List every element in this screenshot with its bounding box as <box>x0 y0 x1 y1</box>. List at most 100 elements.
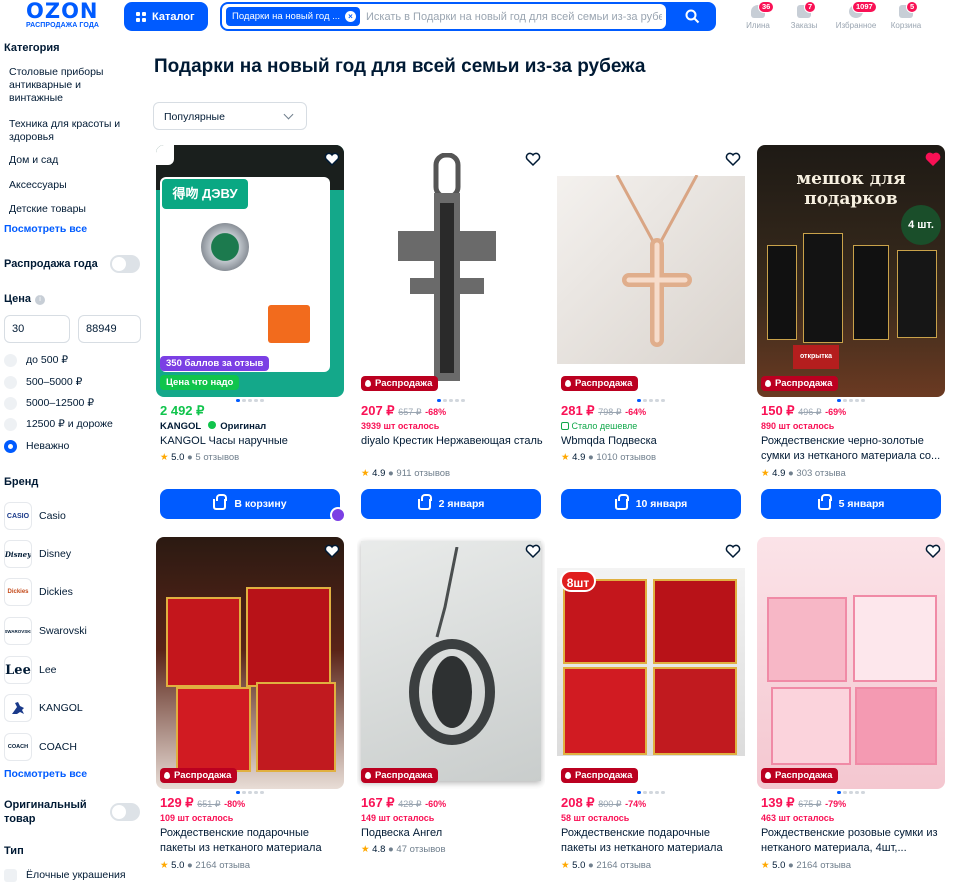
button-label: 2 января <box>438 498 485 510</box>
sort-dropdown[interactable]: Популярные <box>153 102 307 130</box>
show-all-categories[interactable]: Посмотреть все <box>4 223 87 235</box>
review-count: 1010 отзывов <box>596 452 657 463</box>
product-image[interactable]: Распродажа <box>357 537 545 789</box>
price-radio[interactable] <box>4 397 17 410</box>
comment-icon: ● <box>388 468 394 479</box>
close-icon[interactable]: × <box>345 11 356 22</box>
product-image[interactable]: Распродажа <box>156 537 344 789</box>
delivery-date-button[interactable]: 10 января <box>561 489 741 519</box>
ozon-logo[interactable]: OZON РАСПРОДАЖА ГОДА <box>26 0 110 32</box>
price-range-label: Неважно <box>26 440 70 452</box>
heart-icon[interactable] <box>525 151 541 167</box>
product-title[interactable]: Рождественские подарочные пакеты из нетк… <box>160 826 342 856</box>
stock-left: 890 шт осталось <box>761 421 835 431</box>
product-image[interactable]: Распродажа <box>357 145 545 397</box>
catalog-button[interactable]: Каталог <box>124 2 208 31</box>
price-title: Цена <box>4 293 32 305</box>
kangol-badge-icon <box>156 145 174 165</box>
category-title: Категория <box>4 42 60 54</box>
sale-toggle[interactable] <box>110 255 140 273</box>
product-title[interactable]: Рождественские розовые сумки из нетканог… <box>761 826 943 856</box>
chat-icon[interactable] <box>330 507 346 523</box>
price-radio-selected[interactable] <box>4 440 17 453</box>
category-item[interactable]: Столовые приборы антикварные и винтажные <box>9 66 131 105</box>
heart-icon[interactable] <box>324 151 340 167</box>
orders-badge: 7 <box>804 1 817 13</box>
type-checkbox[interactable] <box>4 869 17 882</box>
brand-item-coach[interactable]: COACH COACH <box>4 733 144 761</box>
review-count: 2164 отзыва <box>596 860 652 871</box>
original-toggle[interactable] <box>110 803 140 821</box>
brand-name: KANGOL <box>39 702 83 714</box>
add-to-cart-button[interactable]: В корзину <box>160 489 340 519</box>
nav-profile[interactable]: 36 Илина <box>738 1 778 32</box>
image-pager <box>236 399 264 402</box>
search-button[interactable] <box>668 2 716 31</box>
brand-item-casio[interactable]: CASIO Casio <box>4 502 144 530</box>
product-title[interactable]: Подвеска Ангел <box>361 826 543 841</box>
nav-favorites[interactable]: 1097 Избранное <box>834 1 878 32</box>
show-all-brands[interactable]: Посмотреть все <box>4 768 87 780</box>
stock-left: 109 шт осталось <box>160 813 234 823</box>
product-image[interactable]: 8шт Распродажа <box>557 537 745 789</box>
nav-orders[interactable]: 7 Заказы <box>784 1 824 32</box>
heart-icon[interactable] <box>324 543 340 559</box>
heart-icon[interactable] <box>725 151 741 167</box>
delivery-date-button[interactable]: 2 января <box>361 489 541 519</box>
bag-illustration <box>897 250 937 338</box>
gift-bag-illustration <box>256 682 336 772</box>
rating-value: 4.9 <box>772 468 786 479</box>
product-title[interactable]: Рождественские подарочные пакеты из нетк… <box>561 826 743 856</box>
product-image[interactable]: мешок для подарков 4 шт. открытка Распро… <box>757 145 945 397</box>
price: 207 ₽ 657 ₽ -68% <box>361 403 446 419</box>
search-input[interactable] <box>366 8 662 26</box>
category-item[interactable]: Дом и сад <box>9 154 58 167</box>
search-category-chip[interactable]: Подарки на новый год ... × <box>226 7 360 26</box>
price-min-input[interactable]: 30 <box>4 315 70 343</box>
brand-name: Dickies <box>39 586 73 598</box>
heart-icon[interactable] <box>925 543 941 559</box>
category-item[interactable]: Аксессуары <box>9 179 67 192</box>
delivery-date-button[interactable]: 5 января <box>761 489 941 519</box>
product-image[interactable]: Распродажа <box>757 537 945 789</box>
heart-icon[interactable] <box>525 543 541 559</box>
review-count: 5 отзывов <box>195 452 240 463</box>
old-price: 800 ₽ <box>598 799 622 809</box>
product-title[interactable]: diyalo Крестик Нержавеющая сталь <box>361 434 543 464</box>
brand-item-disney[interactable]: Disney Disney <box>4 540 144 568</box>
type-title: Тип <box>4 845 24 857</box>
button-label: В корзину <box>234 498 287 510</box>
brand-item-swarovski[interactable]: SWAROVSKI Swarovski <box>4 617 144 645</box>
current-price: 139 ₽ <box>761 795 795 810</box>
rating: ★ 5.0 ● 2164 отзыва <box>761 860 851 871</box>
review-count: 303 отзыва <box>796 468 846 479</box>
brand-title: Бренд <box>4 476 39 488</box>
price-radio[interactable] <box>4 418 17 431</box>
brand-name: Disney <box>39 548 72 560</box>
product-title[interactable]: KANGOL Часы наручные <box>160 434 342 449</box>
price-max-input[interactable]: 88949 <box>78 315 141 343</box>
product-title[interactable]: Wbmqda Подвеска <box>561 434 743 449</box>
rating-value: 4.9 <box>372 468 386 479</box>
price-radio[interactable] <box>4 376 17 389</box>
price-range-label: 5000–12500 ₽ <box>26 397 94 409</box>
info-icon[interactable]: i <box>35 295 45 305</box>
product-image[interactable]: Распродажа <box>557 145 745 397</box>
nav-cart[interactable]: 5 Корзина <box>886 1 926 32</box>
discount: -68% <box>425 407 447 417</box>
star-icon: ★ <box>561 860 570 871</box>
category-item[interactable]: Детские товары <box>9 203 86 216</box>
gift-bag-illustration <box>246 587 331 687</box>
brand-item-lee[interactable]: Lee Lee <box>4 656 144 684</box>
image-pager <box>637 399 665 402</box>
image-pager <box>437 399 465 402</box>
heart-icon[interactable] <box>725 543 741 559</box>
brand-item-kangol[interactable]: KANGOL <box>4 694 144 722</box>
product-image[interactable]: 得吻 ДЭВУ 350 баллов за отзыв Цена что над… <box>156 145 344 397</box>
product-title[interactable]: Рождественские черно-золотые сумки из не… <box>761 434 943 464</box>
heart-filled-icon[interactable] <box>925 151 941 167</box>
category-item[interactable]: Техника для красоты и здоровья <box>9 118 135 144</box>
brand-item-dickies[interactable]: Dickies Dickies <box>4 578 144 606</box>
price-radio[interactable] <box>4 354 17 367</box>
search-field: Подарки на новый год ... × <box>222 4 666 29</box>
